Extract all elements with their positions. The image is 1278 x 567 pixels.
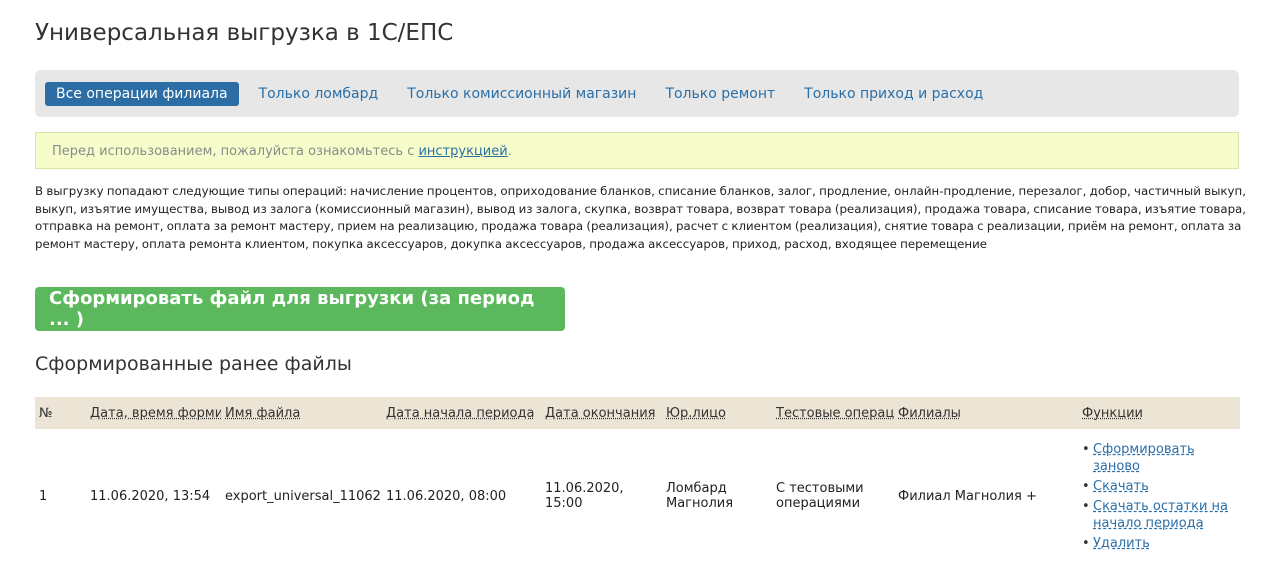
instruction-link[interactable]: инструкцией	[418, 144, 507, 159]
cell-end: 11.06.2020, 15:00	[545, 481, 624, 511]
col-test-ops-label[interactable]: Тестовые операции	[776, 406, 894, 421]
col-entity-label[interactable]: Юр.лицо	[666, 406, 726, 421]
cell-entity: Ломбард Магнолия	[666, 481, 734, 511]
cell-filename: export_universal_11062020	[225, 488, 382, 504]
col-header-functions[interactable]: Функции	[1078, 397, 1240, 429]
col-header-created[interactable]: Дата, время формирования	[86, 397, 221, 429]
cell-num: 1	[39, 488, 48, 504]
page-title: Универсальная выгрузка в 1С/ЕПС	[35, 20, 454, 46]
col-end-label[interactable]: Дата окончания	[545, 406, 655, 421]
col-header-filename[interactable]: Имя файла	[221, 397, 382, 429]
instruction-alert: Перед использованием, пожалуйста ознаком…	[35, 132, 1239, 169]
col-header-branches[interactable]: Филиалы	[894, 397, 1078, 429]
cell-start: 11.06.2020, 08:00	[386, 488, 507, 504]
tab-commission-shop-only[interactable]: Только комиссионный магазин	[396, 82, 647, 106]
functions-list-item: Скачать остатки на начало периода	[1082, 498, 1236, 532]
tab-all-branch-operations[interactable]: Все операции филиала	[45, 81, 239, 106]
col-header-end[interactable]: Дата окончания	[541, 397, 662, 429]
cell-branches: Филиал Магнолия +	[898, 488, 1037, 504]
alert-text: Перед использованием, пожалуйста ознаком…	[52, 144, 419, 159]
cell-functions: Сформировать заново Скачать Скачать оста…	[1078, 429, 1240, 563]
tab-pawnshop-only[interactable]: Только ломбард	[248, 82, 390, 106]
delete-link[interactable]: Удалить	[1093, 536, 1150, 551]
col-header-test-ops[interactable]: Тестовые операции	[772, 397, 894, 429]
tab-income-expense-only[interactable]: Только приход и расход	[793, 82, 994, 106]
download-link[interactable]: Скачать	[1093, 479, 1149, 494]
tabs-bar: Все операции филиала Только ломбард Толь…	[35, 70, 1239, 117]
col-filename-label[interactable]: Имя файла	[225, 406, 300, 421]
col-created-label[interactable]: Дата, время формирования	[90, 406, 221, 421]
col-header-start[interactable]: Дата начала периода	[382, 397, 541, 429]
table-row: 1 11.06.2020, 13:54 export_universal_110…	[35, 429, 1240, 563]
col-branches-label[interactable]: Филиалы	[898, 406, 961, 421]
table-header-row: № Дата, время формирования Имя файла Дат…	[35, 397, 1240, 429]
col-functions-label[interactable]: Функции	[1082, 406, 1143, 421]
col-num-label: №	[39, 405, 53, 421]
regenerate-link[interactable]: Сформировать заново	[1093, 442, 1195, 474]
download-balances-link[interactable]: Скачать остатки на начало периода	[1093, 499, 1228, 531]
alert-suffix: .	[507, 144, 512, 159]
functions-list-item: Скачать	[1082, 478, 1236, 495]
files-table: № Дата, время формирования Имя файла Дат…	[35, 397, 1240, 563]
tab-repair-only[interactable]: Только ремонт	[654, 82, 786, 106]
files-section-title: Сформированные ранее файлы	[35, 353, 352, 375]
functions-list-item: Сформировать заново	[1082, 441, 1236, 475]
functions-list: Сформировать заново Скачать Скачать оста…	[1082, 441, 1236, 552]
cell-created: 11.06.2020, 13:54	[90, 488, 211, 504]
cell-test-ops: С тестовыми операциями	[776, 481, 864, 511]
col-header-num: №	[35, 397, 86, 429]
col-header-entity[interactable]: Юр.лицо	[662, 397, 772, 429]
functions-list-item: Удалить	[1082, 535, 1236, 552]
col-start-label[interactable]: Дата начала периода	[386, 406, 534, 421]
generate-file-button[interactable]: Сформировать файл для выгрузки (за перио…	[35, 287, 565, 331]
operations-description: В выгрузку попадают следующие типы опера…	[35, 184, 1247, 251]
